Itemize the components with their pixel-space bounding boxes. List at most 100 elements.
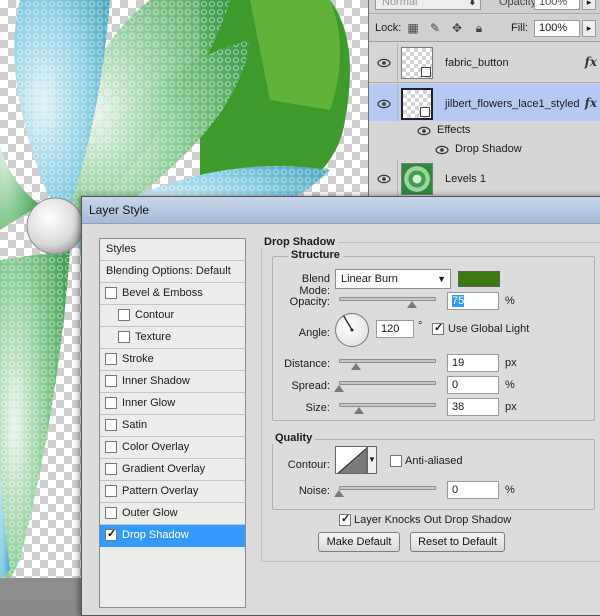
style-item-inner-shadow[interactable]: Inner Shadow (100, 371, 245, 393)
checkmark-icon: ✓ (341, 513, 351, 525)
style-item-drop-shadow[interactable]: ✓ Drop Shadow (100, 525, 245, 547)
style-item-bevel-emboss[interactable]: Bevel & Emboss (100, 283, 245, 305)
style-item-outer-glow[interactable]: Outer Glow (100, 503, 245, 525)
layer-effect-drop-shadow-row[interactable]: Drop Shadow (369, 140, 600, 159)
style-item-label: Contour (135, 309, 175, 321)
style-item-label: Texture (135, 331, 172, 343)
ds-size-input[interactable]: 38 (447, 398, 499, 416)
style-item-checkbox[interactable] (105, 353, 117, 365)
layer-name[interactable]: Levels 1 (445, 173, 486, 185)
ds-layer-knocks-out-label: Layer Knocks Out Drop Shadow (354, 514, 512, 526)
layer-row-fabric-button[interactable]: fabric_button fx (369, 43, 600, 83)
layer-thumbnail[interactable] (401, 163, 433, 195)
ds-opacity-input[interactable]: 75 (447, 292, 499, 310)
pasteboard-area (0, 578, 82, 600)
lock-position-move-icon[interactable]: ✥ (449, 20, 465, 36)
ds-angle-dial[interactable] (335, 313, 369, 347)
lock-all-padlock-icon[interactable]: 🔒︎ (471, 20, 487, 36)
eye-visibility-icon[interactable] (377, 56, 391, 70)
ds-size-slider-thumb[interactable] (354, 407, 364, 414)
layer-name[interactable]: jilbert_flowers_lace1_styled (445, 98, 580, 110)
lock-label: Lock: (375, 22, 402, 34)
layer-thumbnail[interactable] (401, 47, 433, 79)
lock-image-pixels-brush-icon[interactable]: ✎ (427, 20, 443, 36)
ds-distance-input[interactable]: 19 (447, 354, 499, 372)
ds-angle-input[interactable]: 120 (376, 320, 414, 338)
style-item-checkbox[interactable] (105, 441, 117, 453)
style-item-checkbox[interactable]: ✓ (105, 528, 117, 541)
chevron-down-icon: ⬍ (467, 0, 477, 8)
layer-thumbnail[interactable] (401, 88, 433, 120)
style-item-checkbox[interactable] (105, 485, 117, 497)
style-item-checkbox[interactable] (105, 287, 117, 299)
make-default-button[interactable]: Make Default (318, 532, 400, 552)
layer-opacity-arrow-icon[interactable]: ▸ (582, 0, 596, 10)
style-item-inner-glow[interactable]: Inner Glow (100, 393, 245, 415)
style-item-label: Bevel & Emboss (122, 287, 203, 299)
fx-icon[interactable]: fx (585, 55, 597, 69)
layer-row-separator (397, 159, 398, 198)
layer-row-separator (397, 43, 398, 82)
layer-opacity-input[interactable]: 100% (534, 0, 580, 10)
ds-spread-input[interactable]: 0 (447, 376, 499, 394)
style-item-checkbox[interactable] (105, 419, 117, 431)
style-item-stroke[interactable]: Stroke (100, 349, 245, 371)
style-item-checkbox[interactable] (105, 507, 117, 519)
ds-blend-mode-select[interactable]: Linear Burn ▼ (335, 269, 451, 289)
ds-noise-input[interactable]: 0 (447, 481, 499, 499)
ds-contour-picker[interactable] (335, 446, 367, 474)
blending-options-item[interactable]: Blending Options: Default (100, 261, 245, 283)
layer-row-levels-1[interactable]: Levels 1 (369, 159, 600, 199)
style-item-label: Satin (122, 419, 148, 431)
fill-input[interactable]: 100% (534, 20, 580, 37)
style-item-satin[interactable]: Satin (100, 415, 245, 437)
style-item-color-overlay[interactable]: Color Overlay (100, 437, 245, 459)
layer-name[interactable]: fabric_button (445, 57, 509, 69)
style-item-pattern-overlay[interactable]: Pattern Overlay (100, 481, 245, 503)
style-item-gradient-overlay[interactable]: Gradient Overlay (100, 459, 245, 481)
ds-use-global-light-label: Use Global Light (448, 323, 530, 335)
layer-row-separator (397, 84, 398, 123)
style-item-contour[interactable]: Contour (100, 305, 245, 327)
ds-noise-slider[interactable] (339, 486, 436, 490)
dialog-titlebar[interactable]: Layer Style (82, 197, 600, 224)
style-item-checkbox[interactable] (118, 309, 130, 321)
ds-layer-knocks-out-checkbox[interactable]: ✓ (339, 513, 351, 526)
style-item-checkbox[interactable] (105, 397, 117, 409)
ds-opacity-slider-thumb[interactable] (406, 301, 417, 308)
ds-noise-label: Noise: (298, 485, 330, 497)
style-item-texture[interactable]: Texture (100, 327, 245, 349)
ds-opacity-slider[interactable] (339, 297, 436, 301)
layer-row-jilbert-flowers[interactable]: jilbert_flowers_lace1_styled fx (369, 84, 600, 124)
drop-shadow-title: Drop Shadow (261, 236, 338, 248)
ds-use-global-light-checkbox[interactable]: ✓ (432, 322, 444, 335)
styles-list-header[interactable]: Styles (100, 239, 245, 261)
style-item-checkbox[interactable] (118, 331, 130, 343)
eye-visibility-icon[interactable] (435, 143, 449, 157)
lock-transparent-pixels-icon[interactable]: ▦ (405, 20, 421, 36)
ds-distance-slider-thumb[interactable] (351, 363, 361, 370)
reset-to-default-button[interactable]: Reset to Default (410, 532, 505, 552)
eye-visibility-icon[interactable] (377, 97, 391, 111)
ds-spread-slider-thumb[interactable] (334, 385, 344, 392)
quality-title: Quality (272, 432, 316, 444)
fill-arrow-icon[interactable]: ▸ (582, 20, 596, 37)
ds-spread-slider[interactable] (339, 381, 436, 385)
ds-noise-slider-thumb[interactable] (334, 490, 344, 497)
layer-effects-row[interactable]: Effects (369, 121, 600, 140)
style-item-label: Color Overlay (122, 441, 190, 453)
layer-blend-mode-select[interactable]: Normal ⬍ (375, 0, 481, 10)
blending-options-label: Blending Options: Default (106, 265, 231, 277)
ds-anti-aliased-checkbox[interactable] (390, 455, 402, 467)
fx-icon[interactable]: fx (585, 96, 597, 110)
effect-drop-shadow-label: Drop Shadow (455, 143, 522, 155)
chevron-down-icon[interactable]: ▼ (367, 446, 377, 474)
angle-needle-icon (342, 315, 354, 332)
eye-visibility-icon[interactable] (417, 124, 431, 138)
layers-lock-bar: Lock: ▦ ✎ ✥ 🔒︎ Fill: 100% ▸ (369, 15, 600, 42)
style-item-checkbox[interactable] (105, 375, 117, 387)
style-item-checkbox[interactable] (105, 463, 117, 475)
ds-shadow-color-swatch[interactable] (458, 271, 500, 287)
checkmark-icon: ✓ (434, 322, 444, 334)
eye-visibility-icon[interactable] (377, 172, 391, 186)
